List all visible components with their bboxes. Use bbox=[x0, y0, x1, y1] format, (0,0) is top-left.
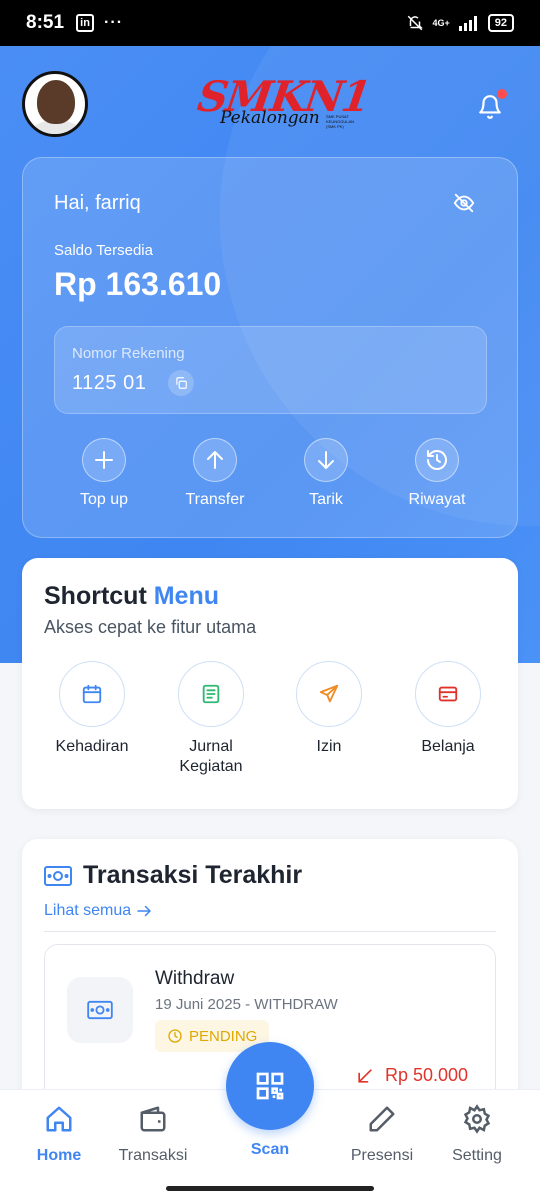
more-notifications-icon: ··· bbox=[104, 14, 124, 31]
wallet-icon bbox=[140, 1106, 166, 1132]
send-icon bbox=[319, 684, 339, 703]
status-time: 8:51 bbox=[26, 12, 65, 33]
nav-presensi-label: Presensi bbox=[350, 1147, 414, 1164]
signal-icon bbox=[458, 16, 477, 31]
shortcut-card: Shortcut Menu Akses cepat ke fitur utama… bbox=[22, 558, 518, 809]
divider bbox=[44, 931, 496, 932]
avatar[interactable] bbox=[22, 71, 88, 137]
shortcut-kehadiran[interactable]: Kehadiran bbox=[33, 661, 151, 757]
transaction-icon-box bbox=[67, 977, 133, 1043]
calendar-icon bbox=[82, 684, 102, 704]
shortcut-izin[interactable]: Izin bbox=[270, 661, 388, 757]
transaction-amount-value: Rp 50.000 bbox=[385, 1065, 469, 1085]
home-indicator[interactable] bbox=[166, 1186, 374, 1191]
nav-transaksi[interactable]: Transaksi bbox=[103, 1104, 203, 1165]
status-label: PENDING bbox=[189, 1027, 258, 1045]
nav-setting-label: Setting bbox=[452, 1147, 502, 1164]
nav-home-label: Home bbox=[36, 1147, 82, 1164]
journal-icon bbox=[202, 684, 220, 704]
topup-label: Top up bbox=[79, 491, 129, 508]
gear-icon bbox=[463, 1104, 491, 1134]
transfer-label: Transfer bbox=[185, 491, 245, 508]
notification-dot bbox=[497, 89, 507, 99]
copy-icon bbox=[176, 377, 187, 389]
history-label: Riwayat bbox=[408, 491, 466, 508]
shortcut-belanja-label: Belanja bbox=[421, 738, 475, 755]
clock-icon bbox=[168, 1029, 182, 1043]
money-icon bbox=[87, 1000, 113, 1020]
see-all-label: Lihat semua bbox=[44, 902, 132, 919]
avatar-face bbox=[37, 80, 75, 124]
scan-label: Scan bbox=[250, 1141, 290, 1158]
history-button[interactable]: Riwayat bbox=[387, 438, 487, 509]
battery-level: 92 bbox=[487, 14, 514, 32]
balance-card: Hai, farriq Saldo Tersedia Rp 163.610 No… bbox=[22, 157, 518, 538]
nav-home[interactable]: Home bbox=[9, 1104, 109, 1165]
history-icon bbox=[427, 450, 447, 470]
shortcut-jurnal[interactable]: Jurnal Kegiatan bbox=[152, 661, 270, 777]
shortcut-izin-label: Izin bbox=[316, 738, 342, 755]
qr-code-icon bbox=[256, 1072, 284, 1100]
nav-setting[interactable]: Setting bbox=[427, 1104, 527, 1165]
account-number-label: Nomor Rekening bbox=[72, 345, 185, 362]
nav-transaksi-label: Transaksi bbox=[118, 1147, 188, 1164]
hide-balance-icon[interactable] bbox=[453, 192, 475, 214]
greeting: Hai, farriq bbox=[54, 192, 141, 214]
account-number-value: 1125 01 bbox=[72, 372, 147, 394]
nav-presensi[interactable]: Presensi bbox=[332, 1104, 432, 1165]
arrow-down-left-icon bbox=[358, 1068, 372, 1083]
linkedin-icon: in bbox=[76, 14, 95, 32]
shortcut-title-accent: Menu bbox=[153, 582, 220, 610]
transaction-meta: 19 Juni 2025 - WITHDRAW bbox=[155, 996, 338, 1013]
transaction-amount: Rp 50.000 bbox=[355, 1065, 468, 1086]
card-icon bbox=[438, 686, 458, 702]
shortcut-jurnal-label: Jurnal Kegiatan bbox=[179, 738, 243, 775]
account-number-box: Nomor Rekening 1125 01 bbox=[54, 326, 487, 414]
shortcut-title: Shortcut Menu bbox=[44, 582, 219, 611]
arrow-right-icon bbox=[137, 905, 151, 917]
saldo-value: Rp 163.610 bbox=[54, 266, 222, 302]
transactions-title: Transaksi Terakhir bbox=[83, 861, 303, 889]
withdraw-label: Tarik bbox=[309, 491, 343, 508]
logo-tiny-text: SMK PUSAT KEUNGGULAN (SMK PK) bbox=[326, 114, 355, 129]
plus-icon bbox=[95, 451, 113, 469]
network-type: 4G+ bbox=[432, 17, 450, 28]
pencil-icon bbox=[369, 1106, 395, 1132]
logo-sub-text: Pekalongan bbox=[220, 108, 320, 128]
shortcut-subtitle: Akses cepat ke fitur utama bbox=[44, 617, 257, 637]
transaction-name: Withdraw bbox=[155, 968, 235, 989]
status-bar: 8:51 in ··· 4G+ 92 bbox=[0, 0, 540, 46]
topup-button[interactable]: Top up bbox=[54, 438, 154, 509]
school-logo: SMKN1 Pekalongan SMK PUSAT KEUNGGULAN (S… bbox=[195, 70, 373, 140]
scan-button[interactable] bbox=[226, 1042, 314, 1130]
withdraw-button[interactable]: Tarik bbox=[276, 438, 376, 509]
money-icon bbox=[44, 866, 72, 886]
home-icon bbox=[46, 1106, 72, 1132]
shortcut-kehadiran-label: Kehadiran bbox=[55, 738, 129, 755]
arrow-up-icon bbox=[207, 451, 223, 469]
saldo-label: Saldo Tersedia bbox=[54, 242, 153, 259]
transfer-button[interactable]: Transfer bbox=[165, 438, 265, 509]
copy-button[interactable] bbox=[168, 370, 194, 396]
mute-icon bbox=[408, 15, 424, 31]
shortcut-belanja[interactable]: Belanja bbox=[389, 661, 507, 757]
see-all-link[interactable]: Lihat semua bbox=[44, 902, 153, 920]
arrow-down-icon bbox=[318, 451, 334, 469]
shortcut-title-main: Shortcut bbox=[44, 582, 147, 610]
